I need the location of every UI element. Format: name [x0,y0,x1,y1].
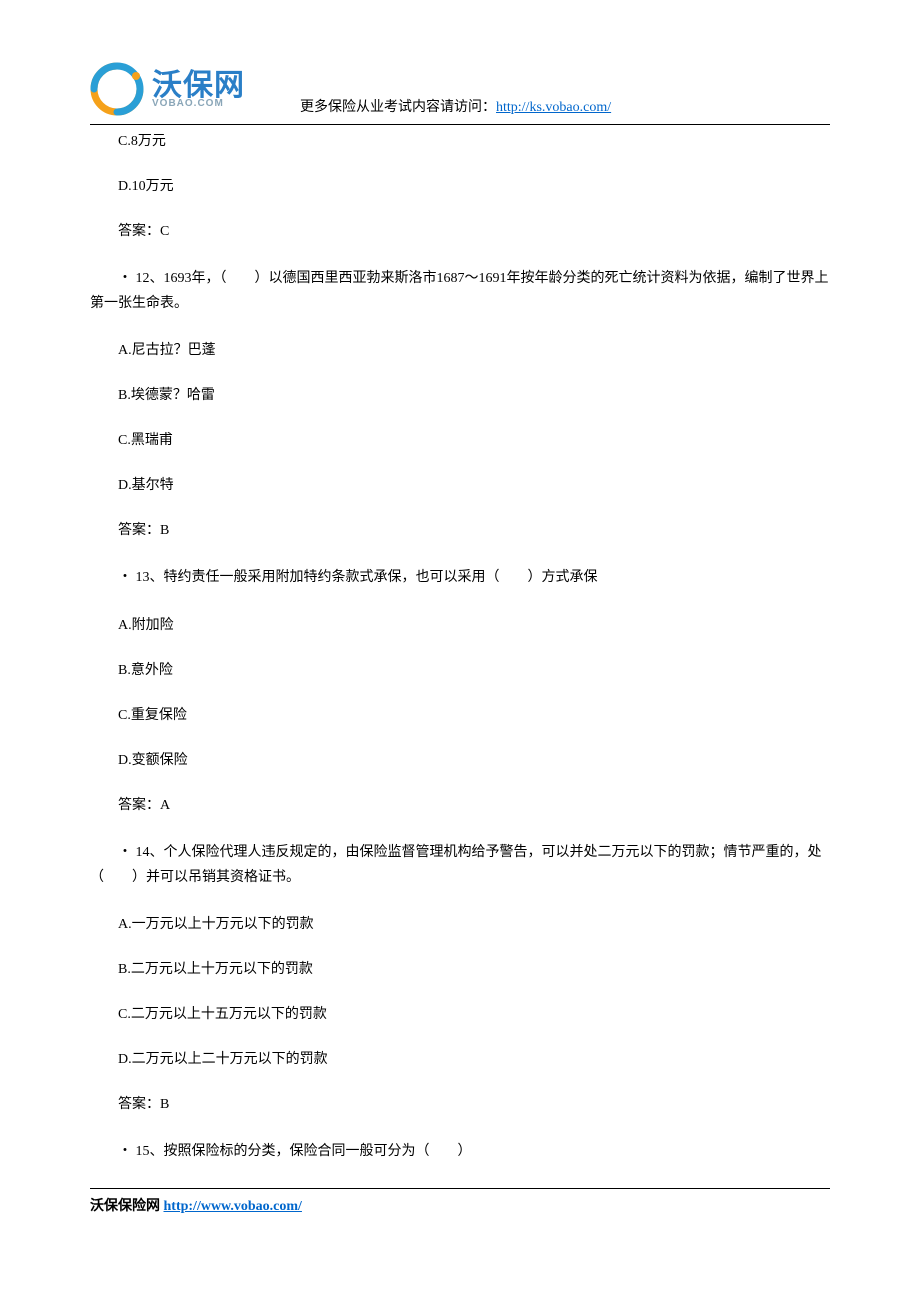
q14-option-d: D.二万元以上二十万元以下的罚款 [90,1049,830,1070]
q14-answer: 答案：B [90,1094,830,1115]
question-13: ・ 13、特约责任一般采用附加特约条款式承保，也可以采用（ ）方式承保 [90,565,830,590]
footer-label: 沃保保险网 [90,1199,164,1214]
footer-divider [90,1188,830,1189]
q12-answer: 答案：B [90,520,830,541]
q14-option-a: A.一万元以上十万元以下的罚款 [90,914,830,935]
q13-option-a: A.附加险 [90,615,830,636]
page-container: 沃保网 VOBAO.COM 更多保险从业考试内容请访问：http://ks.vo… [0,0,920,1245]
q12-option-c: C.黑瑞甫 [90,430,830,451]
q13-answer: 答案：A [90,795,830,816]
prev-option-d: D.10万元 [90,176,830,197]
content-body: C.8万元 D.10万元 答案：C ・ 12、1693年，（ ）以德国西里西亚勃… [90,131,830,1164]
q12-option-a: A.尼古拉？巴蓬 [90,340,830,361]
logo-subtext: VOBAO.COM [152,98,224,109]
header-link[interactable]: http://ks.vobao.com/ [496,100,611,115]
prev-option-c: C.8万元 [90,131,830,152]
q13-option-b: B.意外险 [90,660,830,681]
q13-option-d: D.变额保险 [90,750,830,771]
question-12: ・ 12、1693年，（ ）以德国西里西亚勃来斯洛市1687～1691年按年龄分… [90,266,830,316]
q14-option-c: C.二万元以上十五万元以下的罚款 [90,1004,830,1025]
site-logo: 沃保网 VOBAO.COM [90,60,290,120]
header-divider [90,124,830,125]
question-15: ・ 15、按照保险标的分类，保险合同一般可分为（ ） [90,1139,830,1164]
footer-link[interactable]: http://www.vobao.com/ [164,1199,302,1214]
page-footer: 沃保保险网 http://www.vobao.com/ [90,1195,830,1215]
header-right: 更多保险从业考试内容请访问：http://ks.vobao.com/ [290,96,830,120]
logo-swirl-icon [90,62,144,116]
q13-option-c: C.重复保险 [90,705,830,726]
q14-option-b: B.二万元以上十万元以下的罚款 [90,959,830,980]
header-lead-text: 更多保险从业考试内容请访问： [300,100,496,115]
q12-option-d: D.基尔特 [90,475,830,496]
question-14: ・ 14、个人保险代理人违反规定的，由保险监督管理机构给予警告，可以并处二万元以… [90,840,830,890]
prev-answer: 答案：C [90,221,830,242]
page-header: 沃保网 VOBAO.COM 更多保险从业考试内容请访问：http://ks.vo… [90,60,830,120]
q12-option-b: B.埃德蒙？哈雷 [90,385,830,406]
